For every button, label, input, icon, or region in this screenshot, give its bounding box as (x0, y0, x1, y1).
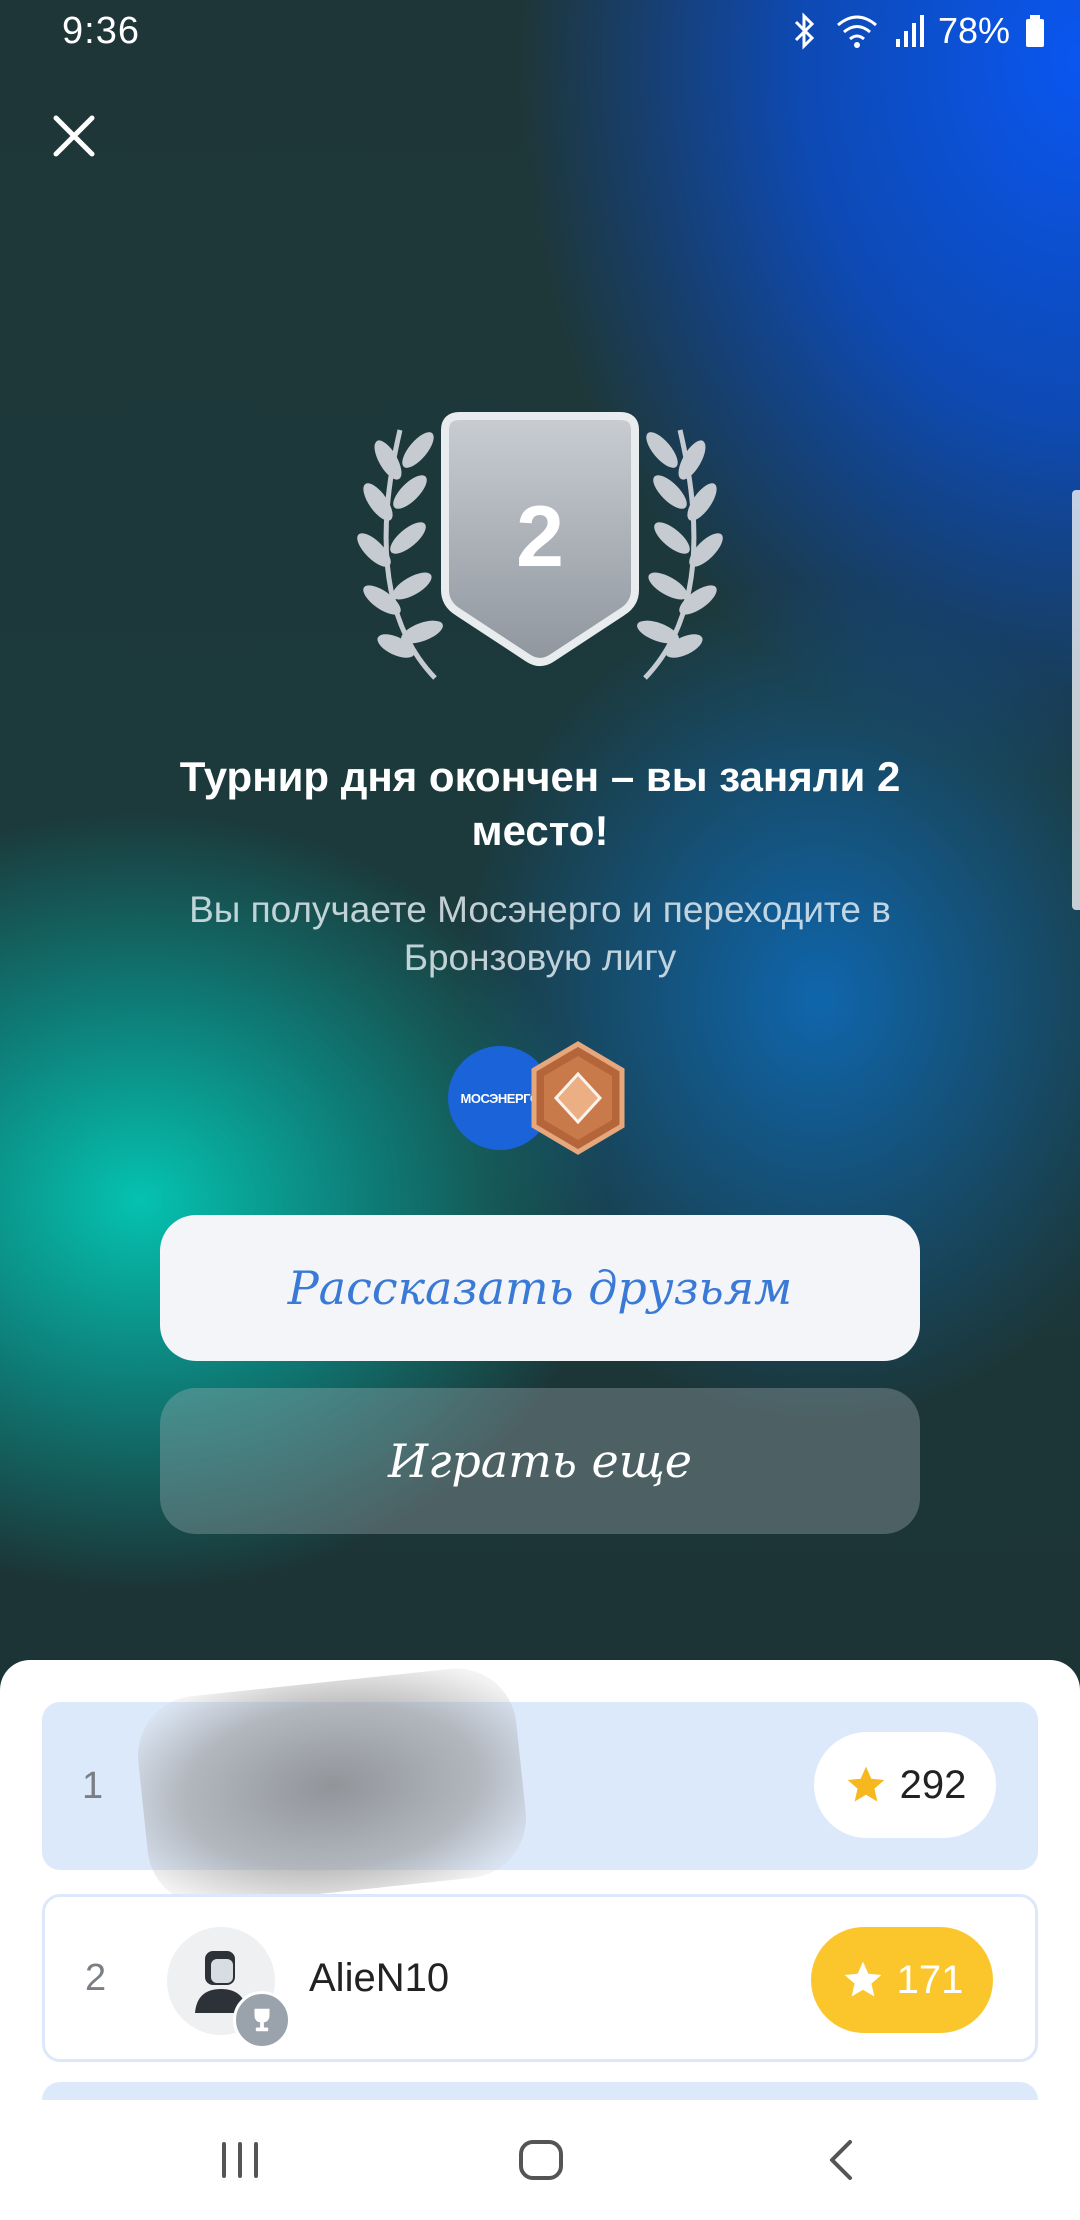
play-again-button[interactable]: Играть еще (160, 1388, 920, 1534)
score-value: 171 (896, 1957, 964, 2002)
battery-percent: 78% (937, 10, 1010, 51)
back-button[interactable] (812, 2130, 872, 2190)
signal-icon (894, 11, 924, 51)
bluetooth-icon (790, 11, 820, 51)
back-icon (830, 2140, 852, 2180)
score-value: 292 (899, 1762, 967, 1807)
leaderboard-row[interactable] (42, 2082, 1038, 2100)
edge-panel-handle[interactable] (1072, 490, 1080, 910)
status-bar: 9:36 78% (0, 0, 1080, 66)
row-rank: 1 (82, 1764, 104, 1807)
close-icon (53, 115, 95, 157)
score-badge: 171 (811, 1927, 993, 2033)
navigation-bar (0, 2100, 1080, 2220)
result-subtitle: Вы получаете Мосэнерго и переходите в Бр… (189, 889, 891, 978)
home-icon (519, 2140, 563, 2180)
star-icon (847, 1766, 884, 1802)
battery-icon (1024, 11, 1046, 51)
bronze-league-icon (528, 1040, 628, 1156)
share-with-friends-button[interactable]: Рассказать друзьям (160, 1215, 920, 1361)
recents-icon (222, 2142, 258, 2178)
star-icon (844, 1961, 881, 1997)
leaderboard-panel: 1 292 2 AlieN10 171 (0, 1660, 1080, 2100)
leaderboard-row[interactable]: 1 292 (42, 1662, 1038, 1912)
home-button[interactable] (511, 2130, 571, 2190)
close-button[interactable] (44, 106, 104, 166)
recent-apps-button[interactable] (210, 2130, 270, 2190)
redacted-player-info (132, 1662, 532, 1912)
player-name: AlieN10 (309, 1955, 450, 2000)
leaderboard-row[interactable]: 2 AlieN10 171 (42, 1894, 1038, 2062)
status-icons: 78% (790, 10, 1046, 52)
result-title: Турнир дня окончен – вы заняли 2 место! (179, 753, 901, 854)
tournament-result-screen: 9:36 78% 2 Турнир дня окончен – вы занял… (0, 0, 1080, 2220)
status-time: 9:36 (62, 10, 140, 52)
place-medal: 2 (330, 410, 750, 690)
score-badge: 292 (814, 1732, 996, 1838)
row-rank: 2 (85, 1956, 107, 1999)
medal-place-number: 2 (516, 489, 564, 585)
trophy-icon (233, 1991, 291, 2049)
wifi-icon (834, 11, 880, 51)
